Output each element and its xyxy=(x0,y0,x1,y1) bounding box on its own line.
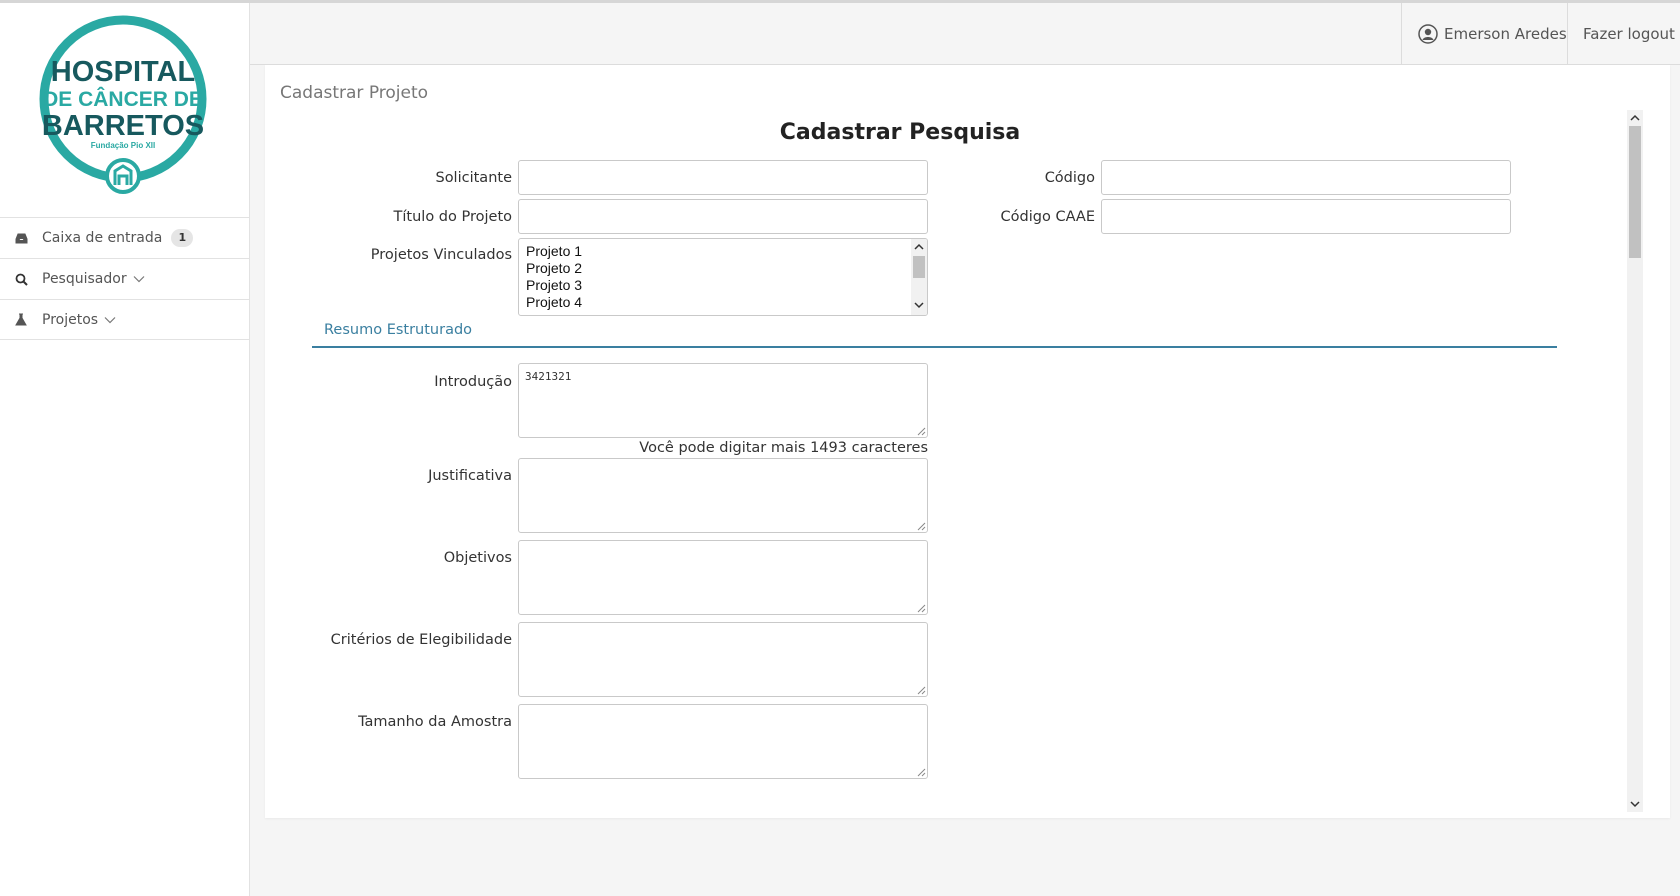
sidebar-item-pesquisador[interactable]: Pesquisador xyxy=(0,258,250,299)
form-scrollbar[interactable] xyxy=(1627,110,1643,812)
select-option[interactable]: Projeto 1 xyxy=(519,243,582,260)
introducao-value: 3421321 xyxy=(525,370,572,383)
amostra-textarea[interactable] xyxy=(518,704,928,779)
logout-link[interactable]: Fazer logout xyxy=(1567,3,1680,64)
section-title: Resumo Estruturado xyxy=(324,322,473,338)
justificativa-label: Justificativa xyxy=(428,468,512,484)
breadcrumb: Cadastrar Projeto xyxy=(280,83,429,103)
section-resumo-estruturado: Resumo Estruturado xyxy=(312,322,1557,348)
select-option[interactable]: Projeto 4 xyxy=(519,294,582,311)
objetivos-label: Objetivos xyxy=(443,550,512,566)
char-count-hint: Você pode digitar mais 1493 caracteres xyxy=(639,440,928,456)
scroll-up-icon[interactable] xyxy=(914,243,924,251)
user-name: Emerson Aredes xyxy=(1444,24,1567,43)
flask-icon xyxy=(14,313,28,327)
codigo-caae-field[interactable] xyxy=(1101,199,1511,234)
introducao-label: Introdução xyxy=(434,374,512,390)
amostra-label: Tamanho da Amostra xyxy=(358,714,512,730)
sidebar-item-label: Pesquisador xyxy=(42,271,127,287)
logo-line3: BARRETOS xyxy=(42,110,204,142)
sidebar-nav: Caixa de entrada 1 Pesquisador Projetos xyxy=(0,217,250,340)
sidebar-item-caixa-de-entrada[interactable]: Caixa de entrada 1 xyxy=(0,217,250,258)
inbox-icon xyxy=(14,231,28,245)
solicitante-field[interactable] xyxy=(518,160,928,195)
codigo-caae-label: Código CAAE xyxy=(1000,209,1095,225)
listbox-scrollbar[interactable] xyxy=(911,239,927,315)
chevron-down-icon xyxy=(104,316,116,324)
justificativa-textarea[interactable] xyxy=(518,458,928,533)
projetos-vinculados-label: Projetos Vinculados xyxy=(370,247,512,263)
listbox-scroll-thumb[interactable] xyxy=(913,256,925,278)
sidebar-item-label: Projetos xyxy=(42,311,99,328)
select-option[interactable]: Projeto 3 xyxy=(519,277,582,294)
select-option[interactable]: Projeto 2 xyxy=(519,260,582,277)
projetos-vinculados-select[interactable]: Projeto 1 Projeto 2 Projeto 3 Projeto 4 xyxy=(518,238,928,316)
user-menu[interactable]: Emerson Aredes xyxy=(1401,3,1567,64)
hospital-logo[interactable]: HOSPITAL DE CÂNCER DE BARRETOS Fundação … xyxy=(30,13,216,205)
sidebar-item-label: Caixa de entrada xyxy=(42,230,163,246)
codigo-field[interactable] xyxy=(1101,160,1511,195)
page-title: Cadastrar Pesquisa xyxy=(779,120,1021,145)
solicitante-label: Solicitante xyxy=(435,170,512,186)
criterios-textarea[interactable] xyxy=(518,622,928,697)
introducao-textarea[interactable]: 3421321 xyxy=(518,363,928,438)
chevron-down-icon xyxy=(133,275,145,283)
form-scroll-area: Cadastrar Pesquisa Solicitante Código Tí… xyxy=(265,110,1625,813)
main-content: Cadastrar Projeto Cadastrar Pesquisa Sol… xyxy=(250,65,1680,896)
scroll-up-icon[interactable] xyxy=(1627,110,1643,126)
resize-grip-icon[interactable] xyxy=(916,767,926,777)
codigo-label: Código xyxy=(1044,170,1095,186)
scroll-down-icon[interactable] xyxy=(1627,796,1643,812)
logo-tagline: Fundação Pio XII xyxy=(91,141,155,150)
titulo-label: Título do Projeto xyxy=(393,209,512,225)
sidebar-item-projetos[interactable]: Projetos xyxy=(0,299,250,340)
criterios-label: Critérios de Elegibilidade xyxy=(330,632,512,648)
inbox-count-badge: 1 xyxy=(171,229,194,247)
resize-grip-icon[interactable] xyxy=(916,521,926,531)
resize-grip-icon[interactable] xyxy=(916,685,926,695)
form-panel: Cadastrar Projeto Cadastrar Pesquisa Sol… xyxy=(265,65,1670,818)
logo-line1: HOSPITAL xyxy=(51,56,195,88)
objetivos-textarea[interactable] xyxy=(518,540,928,615)
logo-line2: DE CÂNCER DE xyxy=(43,87,203,111)
select-options: Projeto 1 Projeto 2 Projeto 3 Projeto 4 xyxy=(519,243,582,311)
resize-grip-icon[interactable] xyxy=(916,426,926,436)
scroll-thumb[interactable] xyxy=(1629,126,1641,258)
scroll-down-icon[interactable] xyxy=(914,301,924,309)
titulo-field[interactable] xyxy=(518,199,928,234)
sidebar: HOSPITAL DE CÂNCER DE BARRETOS Fundação … xyxy=(0,3,250,896)
top-header: Emerson Aredes Fazer logout xyxy=(250,3,1680,65)
resize-grip-icon[interactable] xyxy=(916,603,926,613)
user-circle-icon xyxy=(1418,23,1438,44)
search-icon xyxy=(14,272,28,286)
